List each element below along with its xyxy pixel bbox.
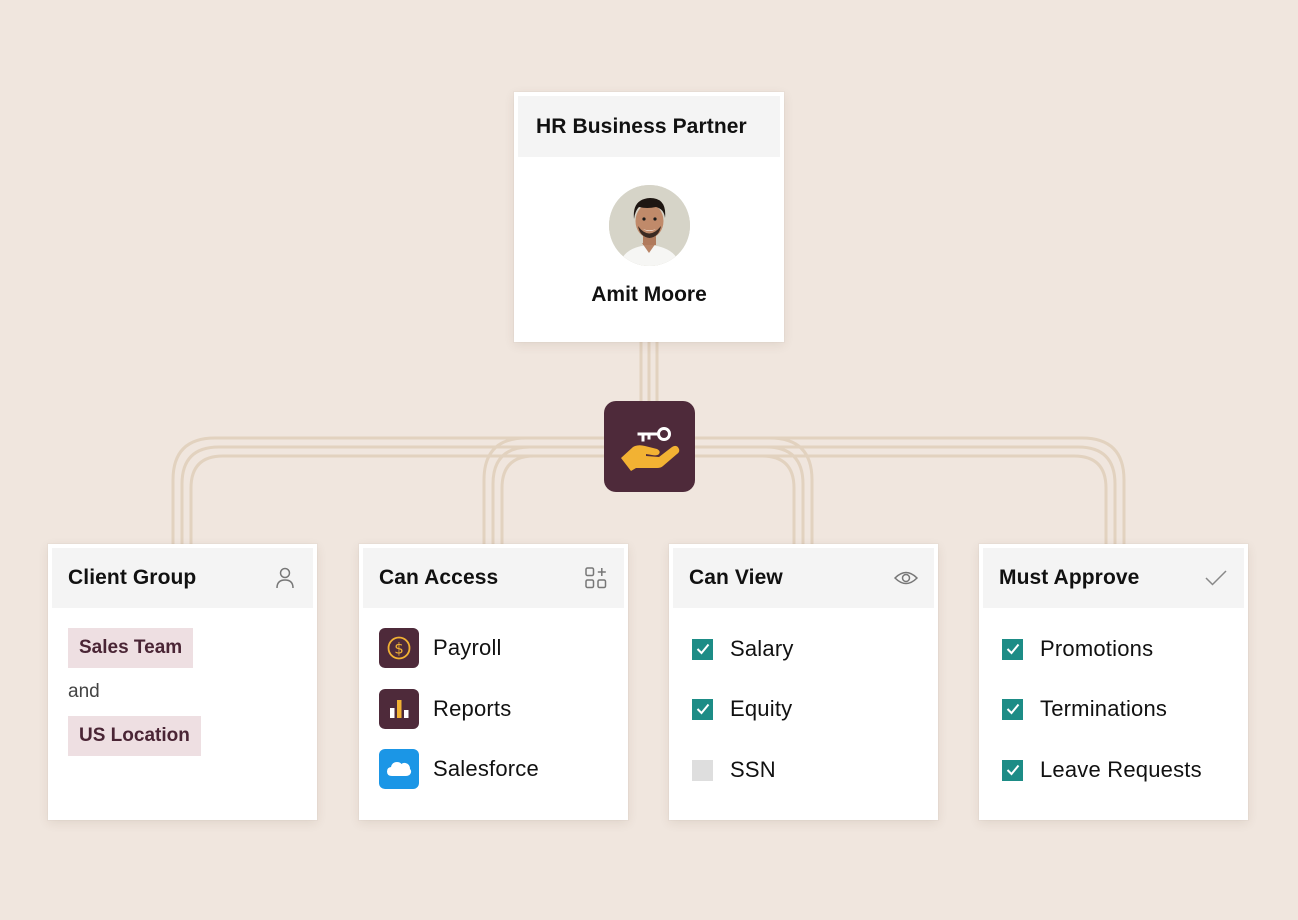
reports-icon [379, 689, 419, 729]
person-icon [273, 566, 297, 590]
view-label: Equity [730, 696, 793, 721]
and-label: and [68, 681, 100, 702]
person-name: Amit Moore [591, 283, 707, 306]
card-header: HR Business Partner [518, 96, 780, 157]
avatar [609, 185, 690, 266]
client-group-card: Client Group Sales Team and US Location [48, 544, 317, 820]
card-title: Can View [689, 566, 783, 589]
svg-text:$: $ [394, 640, 404, 658]
list-item: Salesforce [379, 749, 539, 789]
card-header: Can View [673, 548, 934, 608]
checkbox-row[interactable]: Leave Requests [999, 757, 1202, 783]
checkbox-checked[interactable] [692, 698, 713, 720]
hr-business-partner-card: HR Business Partner Amit Moore [514, 92, 784, 342]
access-label: Payroll [433, 635, 502, 660]
access-label: Salesforce [433, 756, 539, 781]
approve-label: Terminations [1040, 696, 1168, 721]
payroll-icon: $ [379, 628, 419, 668]
can-access-card: Can Access $ Payroll Reports Salesforce [359, 544, 628, 820]
group-chip-sales-team: Sales Team [68, 628, 194, 668]
card-title: Must Approve [999, 566, 1140, 589]
card-title: Client Group [68, 566, 197, 589]
list-item: $ Payroll [379, 628, 502, 668]
checkbox-checked[interactable] [692, 638, 713, 660]
checkbox-row[interactable]: Terminations [999, 696, 1167, 722]
checkbox-row[interactable]: SSN [689, 757, 776, 783]
eye-icon [894, 566, 918, 590]
checkbox-row[interactable]: Salary [689, 636, 794, 662]
card-header: Must Approve [983, 548, 1244, 608]
can-view-card: Can View Salary Equity SSN [669, 544, 938, 820]
list-item: Reports [379, 689, 511, 729]
salesforce-icon [379, 749, 419, 789]
view-label: SSN [730, 757, 776, 782]
approve-label: Promotions [1040, 636, 1154, 661]
add-apps-icon [584, 566, 608, 590]
checkmark-icon [1204, 566, 1228, 590]
card-header: Can Access [363, 548, 624, 608]
hand-key-icon [604, 401, 695, 492]
checkbox-checked[interactable] [1002, 638, 1023, 660]
checkbox-checked[interactable] [1002, 698, 1023, 720]
access-label: Reports [433, 696, 512, 721]
checkbox-unchecked[interactable] [692, 759, 713, 781]
group-chip-us-location: US Location [68, 716, 201, 756]
card-title: Can Access [379, 566, 499, 589]
card-title: HR Business Partner [536, 114, 747, 138]
approve-label: Leave Requests [1040, 757, 1202, 782]
checkbox-row[interactable]: Equity [689, 696, 792, 722]
must-approve-card: Must Approve Promotions Terminations Lea… [979, 544, 1248, 820]
checkbox-checked[interactable] [1002, 759, 1023, 781]
view-label: Salary [730, 636, 794, 661]
checkbox-row[interactable]: Promotions [999, 636, 1153, 662]
card-header: Client Group [52, 548, 313, 608]
